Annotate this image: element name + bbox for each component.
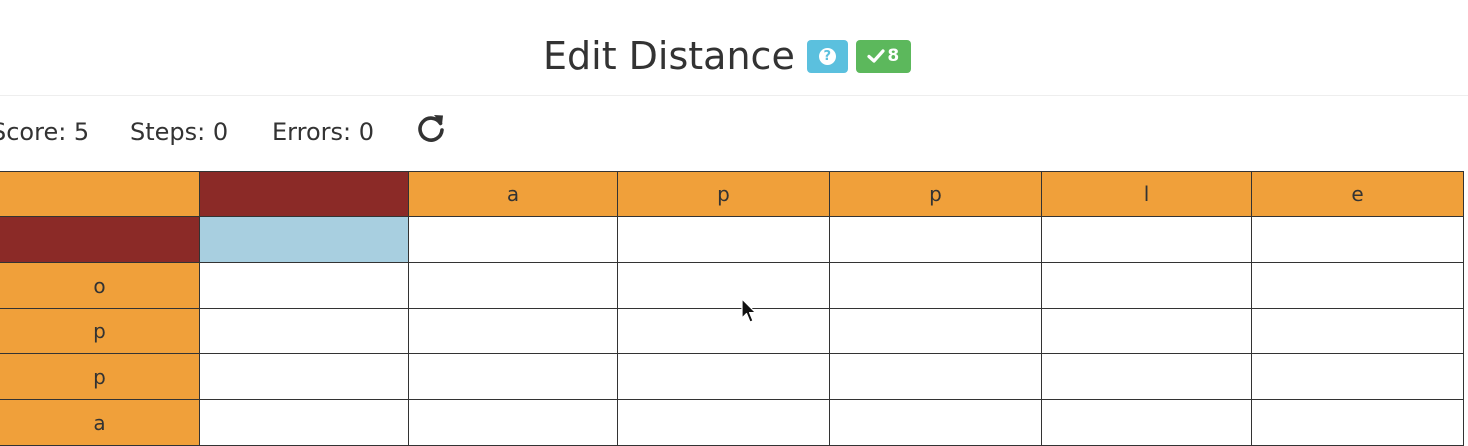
column-header: p [618,171,830,217]
corner-cell [0,171,200,217]
table-cell[interactable] [830,354,1042,400]
column-header: p [830,171,1042,217]
table-row [0,217,1464,263]
question-circle-icon: ? [818,47,836,65]
table-row: a [0,400,1464,446]
row-header: o [0,263,200,309]
solved-count-badge[interactable]: 8 [855,39,911,73]
row-header: a [0,400,200,446]
table-cell[interactable] [409,263,618,309]
table-cell[interactable] [1252,400,1464,446]
table-cell[interactable] [830,309,1042,354]
table-row: o [0,263,1464,309]
score-label: Score: 5 [0,118,90,146]
row-header: p [0,309,200,354]
table-cell[interactable] [830,217,1042,263]
table-row: p [0,309,1464,354]
table-cell[interactable] [409,217,618,263]
table-cell[interactable] [1042,309,1252,354]
table-cell[interactable] [200,354,409,400]
empty-char-header [200,171,409,217]
table-header-row: a p p l e [0,171,1464,217]
help-button[interactable]: ? [806,39,848,73]
errors-label: Errors: 0 [272,118,374,146]
column-header: l [1042,171,1252,217]
table-cell[interactable] [200,309,409,354]
column-header: a [409,171,618,217]
table-cell[interactable] [200,400,409,446]
table-cell[interactable] [830,263,1042,309]
reload-icon[interactable] [414,111,448,145]
table-cell[interactable] [618,217,830,263]
edit-distance-puzzle: Edit Distance ? 8 Score: 5 Steps: 0 Erro… [0,0,1468,446]
stats-bar: Score: 5 Steps: 0 Errors: 0 [0,110,700,154]
table-cell[interactable] [618,263,830,309]
distance-table: a p p l e o p p a [0,171,1464,446]
table-cell[interactable] [618,309,830,354]
column-header: e [1252,171,1464,217]
empty-char-row-header [0,217,200,263]
mouse-pointer-icon [741,298,757,323]
table-cell[interactable] [1252,263,1464,309]
title-row: Edit Distance ? 8 [543,34,911,78]
table-cell[interactable] [618,400,830,446]
table-cell[interactable] [409,354,618,400]
table-cell[interactable] [618,354,830,400]
steps-label: Steps: 0 [130,118,229,146]
table-cell[interactable] [1252,217,1464,263]
table-cell[interactable] [1042,217,1252,263]
check-icon [867,49,886,63]
table-cell[interactable] [830,400,1042,446]
table-cell[interactable] [1252,354,1464,400]
table-row: p [0,354,1464,400]
row-header: p [0,354,200,400]
table-cell[interactable] [1252,309,1464,354]
table-cell[interactable] [1042,263,1252,309]
solved-count: 8 [887,46,900,66]
page-title: Edit Distance [543,34,795,78]
table-cell[interactable] [409,400,618,446]
table-cell[interactable] [1042,354,1252,400]
table-cell[interactable] [409,309,618,354]
table-cell[interactable] [200,263,409,309]
active-cell[interactable] [200,217,409,263]
table-cell[interactable] [1042,400,1252,446]
title-bar: Edit Distance ? 8 [0,0,1468,96]
